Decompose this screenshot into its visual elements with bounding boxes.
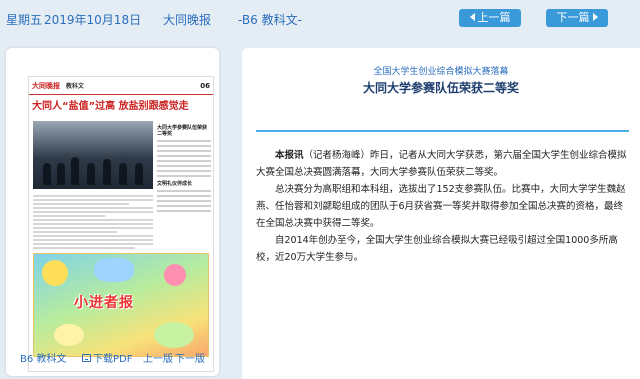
next-page-link[interactable]: 下一版 bbox=[175, 350, 205, 365]
prev-page-link[interactable]: 上一版 bbox=[143, 350, 173, 365]
next-article-button[interactable]: 下一篇 bbox=[546, 9, 608, 27]
article-paragraph: 自2014年创办至今，全国大学生创业综合模拟大赛已经吸引超过全国1000多所高校… bbox=[256, 235, 618, 263]
thumbnail-masthead: 大同晚报 教科文 06 bbox=[29, 77, 213, 95]
thumbnail-ad-title: 小进者报 bbox=[74, 295, 134, 311]
article-body: 本报讯（记者杨海峰）昨日，记者从大同大学获悉，第六届全国大学生创业综合模拟大赛全… bbox=[256, 147, 628, 266]
next-article-label: 下一篇 bbox=[556, 11, 590, 24]
prev-article-label: 上一篇 bbox=[477, 11, 511, 24]
page-thumbnail-panel: 大同晚报 教科文 06 大同人“盐值”过高 放盐别跟感觉走 大同大学参赛队伍荣获… bbox=[6, 48, 219, 376]
article-title: 大同大学参赛队伍荣获二等奖 bbox=[362, 81, 519, 95]
arrow-right-icon bbox=[592, 13, 598, 21]
thumbnail-photo bbox=[33, 121, 153, 189]
thumbnail-side-headline-1: 大同大学参赛队伍荣获二等奖 bbox=[157, 125, 208, 137]
weekday: 星期五 bbox=[6, 13, 43, 27]
issue-date: 2019年10月18日 bbox=[44, 13, 142, 27]
current-page-label[interactable]: B6 教科文 bbox=[20, 350, 66, 365]
article-panel: 全国大学生创业综合模拟大赛落幕 大同大学参赛队伍荣获二等奖 本报讯（记者杨海峰）… bbox=[242, 48, 640, 379]
download-pdf-link[interactable]: 下载PDF bbox=[82, 350, 132, 365]
thumbnail-text-block bbox=[33, 193, 153, 251]
title-divider bbox=[256, 130, 629, 132]
page-thumbnail[interactable]: 大同晚报 教科文 06 大同人“盐值”过高 放盐别跟感觉走 大同大学参赛队伍荣获… bbox=[28, 76, 214, 372]
thumbnail-section: 教科文 bbox=[66, 83, 85, 90]
download-pdf-label: 下载PDF bbox=[93, 354, 133, 365]
article-paragraph: 本报讯（记者杨海峰）昨日，记者从大同大学获悉，第六届全国大学生创业综合模拟大赛全… bbox=[256, 150, 627, 178]
prev-article-button[interactable]: 上一篇 bbox=[459, 9, 521, 27]
thumbnail-side-column: 大同大学参赛队伍荣获二等奖 文明礼仪伴成长 bbox=[157, 121, 211, 251]
download-icon bbox=[82, 354, 91, 362]
page-indicator: -B6 教科文- bbox=[238, 13, 302, 27]
article-subtitle: 全国大学生创业综合模拟大赛落幕 bbox=[373, 67, 509, 77]
thumbnail-side-headline-2: 文明礼仪伴成长 bbox=[157, 181, 193, 187]
top-bar: 星期五 2019年10月18日 大同晚报 -B6 教科文- 上一篇 下一篇 bbox=[0, 0, 640, 40]
thumbnail-advertisement: 小进者报 bbox=[33, 253, 209, 357]
thumbnail-headline: 大同人“盐值”过高 放盐别跟感觉走 bbox=[32, 101, 189, 112]
article-paragraph: 总决赛分为高职组和本科组，选拔出了152支参赛队伍。比赛中，大同大学学生魏赵燕、… bbox=[256, 184, 626, 229]
article-lead: 本报讯 bbox=[275, 150, 304, 161]
arrow-left-icon bbox=[469, 13, 475, 21]
thumbnail-page-number: 06 bbox=[200, 81, 210, 90]
paper-name: 大同晚报 bbox=[163, 13, 212, 27]
thumbnail-logo: 大同晚报 bbox=[32, 80, 60, 90]
